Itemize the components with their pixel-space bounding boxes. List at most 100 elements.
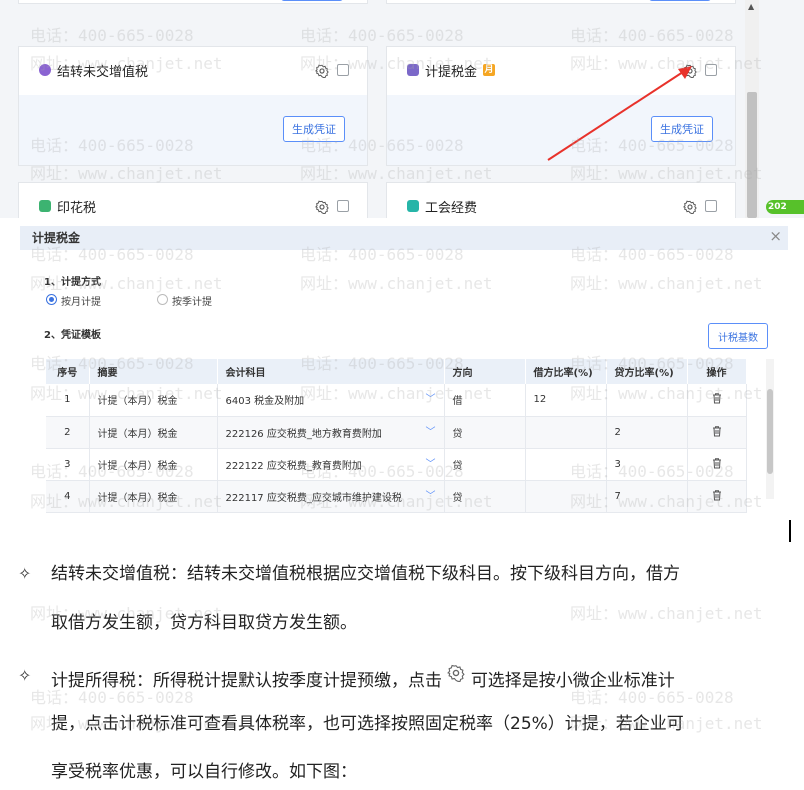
credit-rate-cell[interactable] — [606, 384, 688, 417]
section-voucher-template: 2、凭证模板 — [44, 330, 101, 341]
cards-scrollbar[interactable]: ▲ — [745, 0, 759, 218]
chevron-down-icon[interactable]: ﹀ — [426, 423, 436, 438]
account-select[interactable]: 6403 税金及附加 ﹀ — [217, 384, 445, 417]
union-icon — [407, 200, 419, 212]
account-select[interactable]: 222126 应交税费_地方教育费附加 ﹀ — [217, 416, 445, 449]
tax-base-button[interactable]: 计税基数 — [708, 323, 768, 349]
row-number: 1 — [46, 384, 90, 417]
credit-rate-cell[interactable]: 2 — [606, 416, 688, 449]
row-number: 4 — [46, 480, 90, 513]
col-header: 会计科目 — [217, 359, 445, 384]
voucher-template-table: 序号 摘要 会计科目 方向 借方比率(%) 贷方比率(%) 操作 1 计提（本月… — [46, 359, 747, 513]
direction-cell[interactable]: 贷 — [444, 448, 526, 481]
debit-rate-cell[interactable]: 12 — [525, 384, 607, 417]
stamp-icon — [39, 200, 51, 212]
paragraph-line: 提，点击计税标准可查看具体税率，也可选择按照固定税率（25%）计提，若企业可 — [51, 714, 684, 734]
col-header: 方向 — [444, 359, 526, 384]
table-header-row: 序号 摘要 会计科目 方向 借方比率(%) 贷方比率(%) 操作 — [46, 359, 747, 384]
table-row: 4 计提（本月）税金 222117 应交税费_应交城市维护建设税 ﹀ 贷 7 — [46, 480, 747, 513]
row-number: 2 — [46, 416, 90, 449]
dialog-title: 计提税金 — [32, 231, 81, 245]
partial-generate-button-right[interactable] — [649, 0, 711, 1]
table-row: 3 计提（本月）税金 222122 应交税费_教育费附加 ﹀ 贷 3 — [46, 448, 747, 481]
delete-action[interactable] — [687, 416, 747, 449]
account-select[interactable]: 222117 应交税费_应交城市维护建设税 ﹀ — [217, 480, 445, 513]
direction-cell[interactable]: 借 — [444, 384, 526, 417]
line-text: 计提所得税：所得税计提默认按季度计提预缴，点击 — [51, 671, 442, 691]
account-value: 222126 应交税费_地方教育费附加 — [225, 428, 382, 440]
account-select[interactable]: 222122 应交税费_教育费附加 ﹀ — [217, 448, 445, 481]
gear-icon[interactable] — [315, 199, 329, 215]
select-checkbox[interactable] — [337, 200, 349, 212]
paragraph-line: 结转未交增值税：结转未交增值税根据应交增值税下级科目。按下级科目方向，借方 — [51, 564, 680, 584]
tax-cards-panel: 结转未交增值税 生成凭证 计提税金 月 生成凭证 印花税 工会经费 ▲ 202 — [0, 0, 804, 218]
card-header: 结转未交增值税 — [19, 47, 367, 95]
row-number: 3 — [46, 448, 90, 481]
radio-monthly-label[interactable]: 按月计提 — [61, 293, 101, 308]
card-partial-right — [386, 0, 736, 4]
debit-rate-cell[interactable] — [525, 416, 607, 449]
debit-rate-cell[interactable] — [525, 448, 607, 481]
generate-voucher-button[interactable]: 生成凭证 — [283, 116, 345, 142]
close-icon[interactable]: × — [769, 227, 782, 245]
section-accrual-method: 1、计提方式 — [44, 277, 101, 288]
col-header: 贷方比率(%) — [606, 359, 688, 384]
chevron-down-icon[interactable]: ﹀ — [426, 390, 436, 405]
bullet-icon: ✧ — [18, 564, 32, 583]
gear-icon[interactable] — [315, 63, 329, 79]
card-union-fee: 工会经费 — [386, 182, 736, 218]
partial-generate-button-left[interactable] — [281, 0, 343, 1]
trash-icon[interactable] — [711, 489, 723, 501]
credit-rate-cell[interactable]: 3 — [606, 448, 688, 481]
select-checkbox[interactable] — [705, 200, 717, 212]
delete-action[interactable] — [687, 480, 747, 513]
chevron-down-icon[interactable]: ﹀ — [426, 455, 436, 470]
radio-monthly[interactable] — [46, 294, 57, 305]
scroll-up-icon[interactable]: ▲ — [748, 2, 754, 11]
coin-stack-icon — [407, 64, 419, 76]
table-row: 2 计提（本月）税金 222126 应交税费_地方教育费附加 ﹀ 贷 2 — [46, 416, 747, 449]
delete-action[interactable] — [687, 448, 747, 481]
direction-cell[interactable]: 贷 — [444, 480, 526, 513]
radio-quarterly-label[interactable]: 按季计提 — [172, 293, 212, 308]
direction-cell[interactable]: 贷 — [444, 416, 526, 449]
col-header: 操作 — [687, 359, 747, 384]
debit-rate-cell[interactable] — [525, 480, 607, 513]
paragraph-line: 计提所得税：所得税计提默认按季度计提预缴，点击 可选择是按小微企业标准计 — [51, 664, 675, 693]
summary-cell[interactable]: 计提（本月）税金 — [89, 448, 218, 481]
col-header: 借方比率(%) — [525, 359, 607, 384]
trash-icon[interactable] — [711, 457, 723, 469]
card-header: 印花税 — [19, 183, 367, 218]
gear-icon[interactable] — [683, 199, 697, 215]
delete-action[interactable] — [687, 384, 747, 417]
trash-icon[interactable] — [711, 392, 723, 404]
card-title: 印花税 — [57, 201, 97, 216]
card-stamp-tax: 印花税 — [18, 182, 368, 218]
text-cursor — [789, 520, 791, 542]
chevron-down-icon[interactable]: ﹀ — [426, 487, 436, 502]
paragraph-line: 享受税率优惠，可以自行修改。如下图： — [51, 762, 357, 782]
card-partial-left — [18, 0, 368, 4]
card-body: 生成凭证 — [19, 95, 367, 165]
accrue-tax-dialog: 计提税金 × 1、计提方式 按月计提 按季计提 2、凭证模板 计税基数 序号 摘… — [20, 226, 788, 518]
summary-cell[interactable]: 计提（本月）税金 — [89, 480, 218, 513]
card-title: 工会经费 — [425, 201, 478, 216]
trash-icon[interactable] — [711, 425, 723, 437]
credit-rate-cell[interactable]: 7 — [606, 480, 688, 513]
annotation-arrow-icon — [547, 66, 692, 161]
scroll-thumb[interactable] — [767, 389, 773, 474]
radio-quarterly[interactable] — [157, 294, 168, 305]
line-text: 可选择是按小微企业标准计 — [470, 671, 675, 691]
scroll-thumb[interactable] — [747, 92, 757, 218]
select-checkbox[interactable] — [337, 64, 349, 76]
card-header: 工会经费 — [387, 183, 735, 218]
gear-icon — [447, 664, 466, 682]
table-scrollbar[interactable] — [766, 359, 774, 499]
bullet-icon: ✧ — [18, 666, 32, 685]
side-year-tag: 202 — [766, 200, 804, 214]
card-vat-transfer: 结转未交增值税 生成凭证 — [18, 46, 368, 166]
paragraph-vat-transfer: ✧ 结转未交增值税：结转未交增值税根据应交增值税下级科目。按下级科目方向，借方 … — [18, 562, 778, 634]
select-checkbox[interactable] — [705, 64, 717, 76]
summary-cell[interactable]: 计提（本月）税金 — [89, 416, 218, 449]
summary-cell[interactable]: 计提（本月）税金 — [89, 384, 218, 417]
